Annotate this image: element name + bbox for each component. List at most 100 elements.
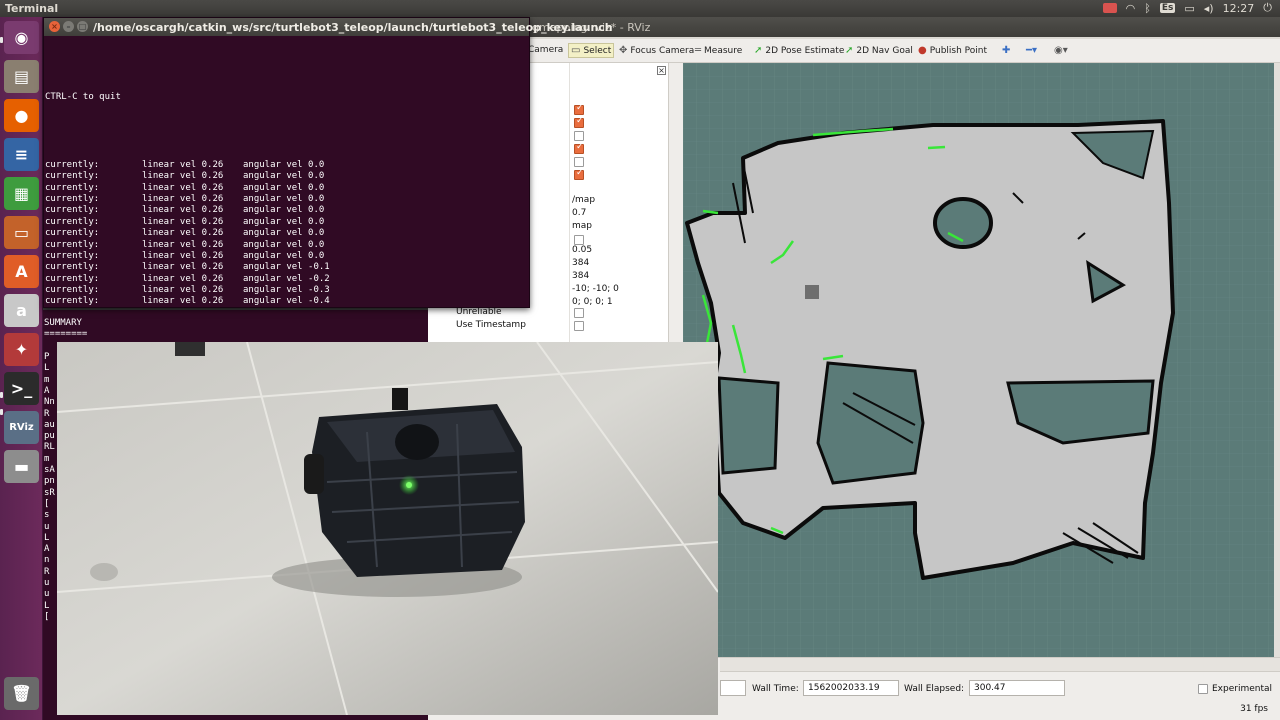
- property-value[interactable]: 0; 0; 0; 1: [572, 297, 613, 307]
- experimental-label: Experimental: [1212, 684, 1273, 694]
- launcher-amazon-icon[interactable]: a: [4, 294, 39, 327]
- display-enabled-checkbox[interactable]: [574, 157, 584, 167]
- bluetooth-icon[interactable]: ᛒ: [1144, 2, 1151, 15]
- recording-icon[interactable]: [1102, 3, 1117, 13]
- launcher-terminal-icon[interactable]: >_: [4, 372, 39, 405]
- close-panel-icon[interactable]: ×: [657, 66, 666, 75]
- rviz-toolbar: Camera ▭ Select ✥ Focus Camera ═ Measure…: [428, 39, 1280, 63]
- terminal-line-fragment: m: [44, 453, 50, 464]
- focus-camera-label: Focus Camera: [630, 45, 695, 56]
- terminal-line-fragment: sA: [44, 465, 55, 475]
- pose-estimate-tool[interactable]: ➚ 2D Pose Estimate: [754, 45, 844, 56]
- teleop-status-line: currently: linear vel 0.26 angular vel 0.0: [45, 251, 529, 262]
- battery-icon[interactable]: ▭: [1184, 2, 1194, 15]
- wall-time-field[interactable]: 1562002033.19: [803, 680, 899, 696]
- desktop: Terminal ◠ ᛒ Es ▭ ◂) 12:27 ⏻ ◉ ▤ ● ≡ ▦ ▭ Aa ✦ >_…: [0, 0, 1280, 720]
- terminal-title-bar[interactable]: × – □ /home/oscargh/catkin_ws/src/turtle…: [44, 18, 613, 36]
- wifi-icon[interactable]: ◠: [1126, 2, 1136, 15]
- running-indicator: [0, 37, 3, 43]
- property-value[interactable]: map: [572, 221, 592, 231]
- launcher-libreoffice-calc-icon[interactable]: ▦: [4, 177, 39, 210]
- focus-camera-tool[interactable]: ✥ Focus Camera: [619, 45, 694, 56]
- free-space: [685, 119, 1175, 580]
- status-label: currently:: [45, 250, 100, 261]
- launcher-system-settings-icon[interactable]: ✦: [4, 333, 39, 366]
- wall-elapsed-field[interactable]: 300.47: [969, 680, 1065, 696]
- minimize-window-icon[interactable]: –: [63, 21, 74, 32]
- terminal-line-fragment: R: [44, 408, 50, 419]
- linear-velocity: linear vel 0.26: [142, 228, 224, 239]
- teleop-status-line: currently: linear vel 0.26 angular vel 0.0: [45, 205, 529, 216]
- unreliable-checkbox[interactable]: [574, 308, 584, 318]
- status-label: currently:: [45, 182, 100, 193]
- launcher-libreoffice-writer-icon[interactable]: ≡: [4, 138, 39, 171]
- camera-tool[interactable]: Camera: [528, 45, 563, 55]
- launcher-files-icon[interactable]: ▤: [4, 60, 39, 93]
- volume-icon[interactable]: ◂): [1204, 2, 1214, 15]
- focus-icon: ✥: [619, 45, 628, 56]
- nav-goal-label: 2D Nav Goal: [856, 45, 913, 56]
- publish-point-tool[interactable]: ● Publish Point: [918, 45, 987, 56]
- robot-marker: [805, 285, 819, 299]
- launcher-firefox-icon[interactable]: ●: [4, 99, 39, 132]
- time-panel-header: [720, 658, 1280, 672]
- linear-velocity: linear vel 0.26: [142, 194, 224, 205]
- status-label: currently:: [45, 171, 100, 182]
- power-icon[interactable]: ⏻: [1263, 1, 1272, 15]
- terminal-line-fragment: s: [44, 510, 50, 521]
- launcher-libreoffice-impress-icon[interactable]: ▭: [4, 216, 39, 249]
- display-enabled-checkbox[interactable]: [574, 103, 584, 115]
- display-enabled-checkbox[interactable]: [574, 168, 584, 180]
- ros-elapsed-field[interactable]: [720, 680, 746, 696]
- robot-camera-overlay: [57, 342, 718, 715]
- property-checkbox[interactable]: [574, 235, 584, 245]
- terminal-line-fragment: [: [44, 611, 50, 622]
- property-value[interactable]: -10; -10; 0: [572, 284, 619, 294]
- property-value[interactable]: 0.7: [572, 208, 586, 218]
- measure-tool[interactable]: ═ Measure: [695, 45, 742, 56]
- launcher-trash-icon[interactable]: 🗑: [4, 677, 39, 710]
- clock[interactable]: 12:27: [1223, 2, 1255, 15]
- status-label: currently:: [45, 160, 100, 171]
- keyboard-layout-indicator[interactable]: Es: [1159, 3, 1176, 13]
- maximize-window-icon[interactable]: □: [77, 21, 88, 32]
- terminal-title: /home/oscargh/catkin_ws/src/turtlebot3_t…: [93, 21, 613, 34]
- view-options-button[interactable]: ◉▾: [1054, 45, 1068, 56]
- fps-counter: 31 fps: [1240, 704, 1268, 714]
- terminal-line-fragment: u: [44, 589, 50, 600]
- display-enabled-checkbox[interactable]: [574, 142, 584, 154]
- wall-time-value: 1562002033.19: [808, 683, 880, 693]
- launcher-ubuntu-dash-icon[interactable]: ◉: [4, 21, 39, 54]
- rviz-3d-viewport[interactable]: [683, 63, 1274, 657]
- launcher-drive-icon[interactable]: ▬: [4, 450, 39, 483]
- nav-goal-tool[interactable]: ➚ 2D Nav Goal: [845, 45, 913, 56]
- property-value[interactable]: 384: [572, 271, 589, 281]
- terminal-line-fragment: R: [44, 566, 50, 577]
- goal-arrow-icon: ➚: [845, 45, 854, 56]
- select-tool[interactable]: ▭ Select: [568, 43, 615, 58]
- linear-velocity: linear vel 0.26: [142, 296, 224, 307]
- use-timestamp-checkbox[interactable]: [574, 321, 584, 331]
- close-window-icon[interactable]: ×: [49, 21, 60, 32]
- display-enabled-checkbox[interactable]: [574, 116, 584, 128]
- terminal-output[interactable]: CTRL-C to quit currently: linear vel 0.26…: [45, 40, 529, 308]
- display-enabled-checkbox[interactable]: [574, 131, 584, 141]
- wall-time-label: Wall Time:: [752, 684, 799, 694]
- running-indicator: [0, 392, 3, 398]
- property-value[interactable]: 384: [572, 258, 589, 268]
- terminal-window[interactable]: × – □ /home/oscargh/catkin_ws/src/turtle…: [43, 17, 613, 308]
- angular-velocity: angular vel 0.0: [243, 216, 325, 227]
- add-tool-button[interactable]: ✚: [1002, 45, 1010, 56]
- minus-icon: ━▾: [1026, 45, 1038, 56]
- property-value[interactable]: /map: [572, 195, 595, 205]
- experimental-checkbox[interactable]: [1198, 684, 1208, 694]
- obstacle-region: [816, 361, 925, 485]
- angular-velocity: angular vel 0.0: [243, 228, 325, 239]
- status-label: currently:: [45, 296, 100, 307]
- viewport-scrollbar[interactable]: [1274, 63, 1280, 657]
- launcher-software-center-icon[interactable]: A: [4, 255, 39, 288]
- property-value[interactable]: 0.05: [572, 245, 592, 255]
- remove-tool-button[interactable]: ━▾: [1026, 45, 1037, 56]
- launcher-rviz-icon[interactable]: RViz: [4, 411, 39, 444]
- teleop-status-line: currently: linear vel 0.26 angular vel 0.0: [45, 194, 529, 205]
